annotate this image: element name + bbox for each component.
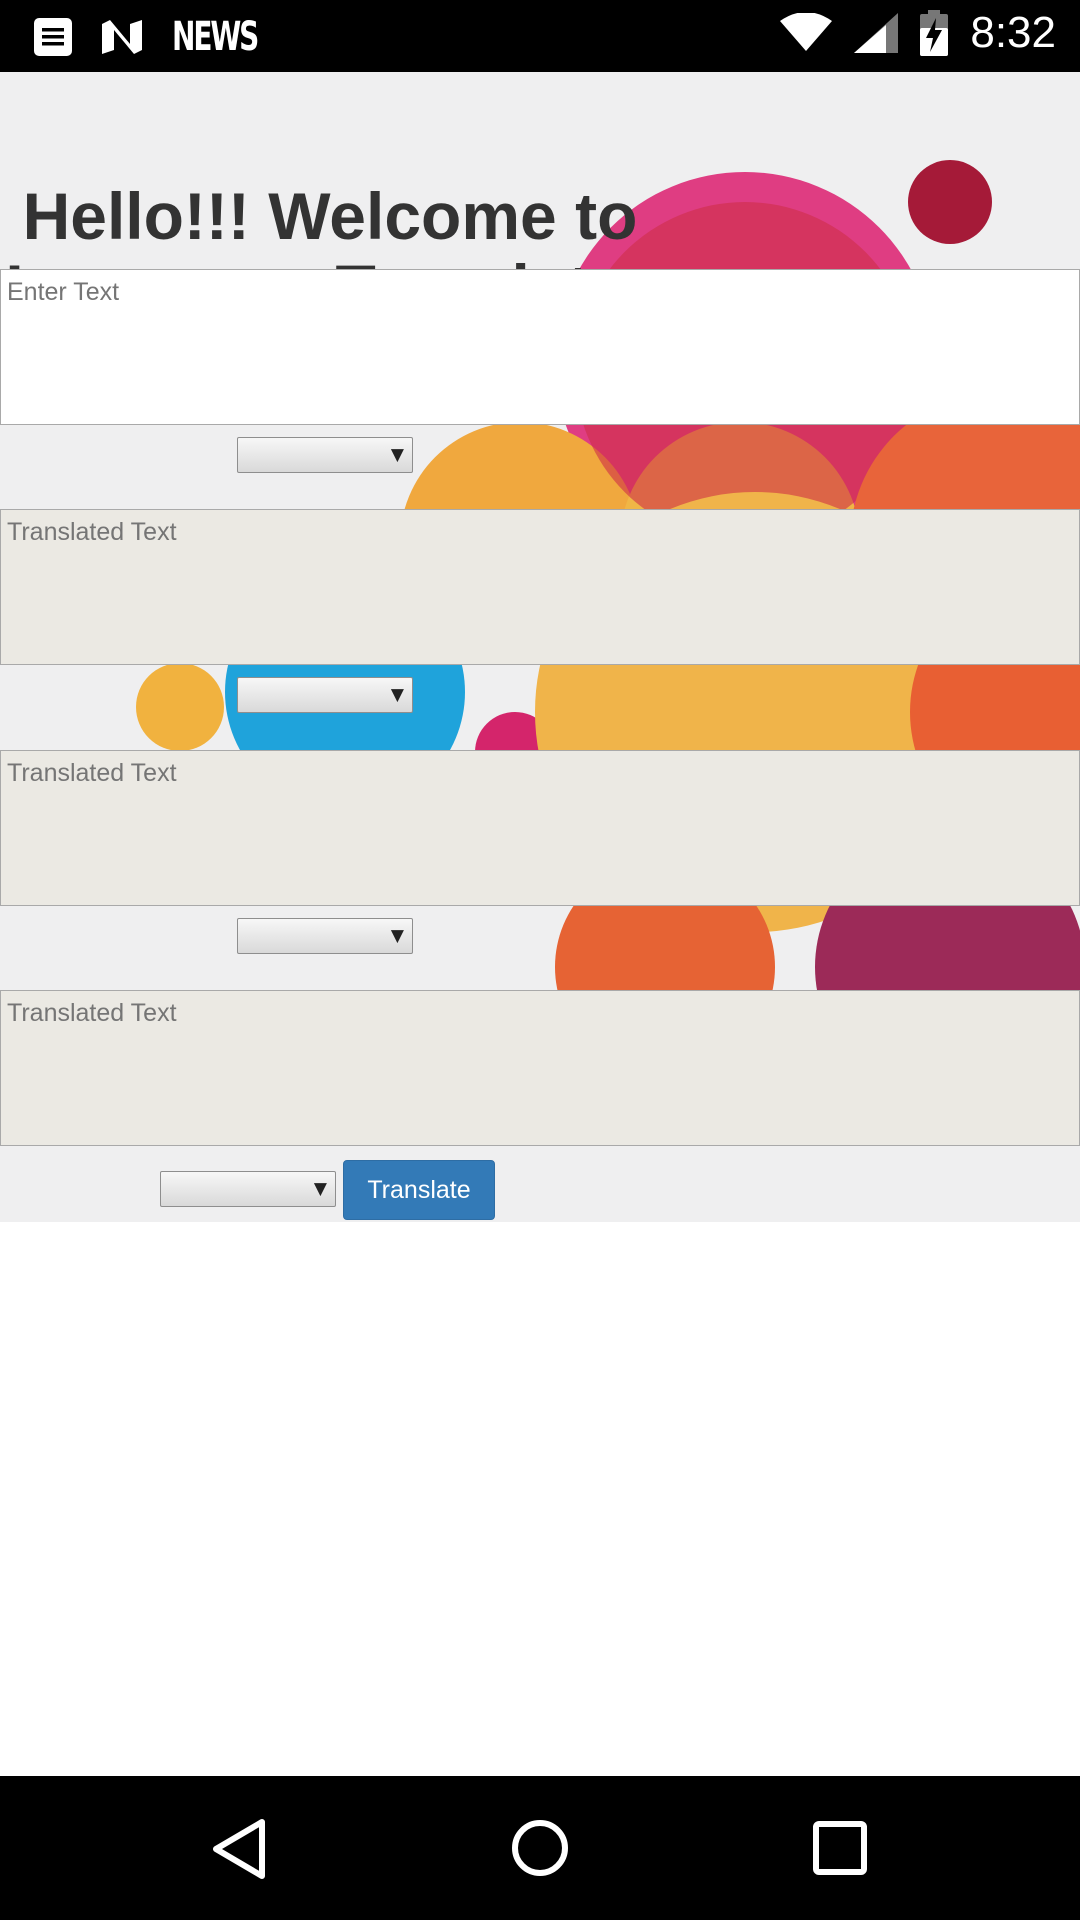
language-select-2[interactable]: ▼ (237, 677, 413, 713)
translator-page: Hello!!! Welcome to Language Translator … (0, 72, 1080, 1222)
language-select-4[interactable]: ▼ (160, 1171, 336, 1207)
output-placeholder: Translated Text (7, 518, 177, 546)
chevron-down-icon: ▼ (390, 445, 404, 465)
status-bar: NEWS 8:32 (0, 0, 1080, 72)
wifi-icon (780, 13, 833, 51)
translate-button[interactable]: Translate (343, 1160, 495, 1220)
battery-icon (920, 10, 949, 56)
language-select-3[interactable]: ▼ (237, 918, 413, 954)
input-placeholder: Enter Text (7, 278, 120, 306)
menu-notification-icon (34, 18, 72, 56)
translated-text-2[interactable]: Translated Text (0, 750, 1080, 906)
clock: 8:32 (970, 8, 1056, 57)
chevron-down-icon: ▼ (313, 1179, 327, 1199)
language-select-1[interactable]: ▼ (237, 437, 413, 473)
news-label: NEWS (172, 14, 259, 60)
chevron-down-icon: ▼ (390, 685, 404, 705)
input-textarea[interactable]: Enter Text (0, 269, 1080, 425)
chevron-down-icon: ▼ (390, 926, 404, 946)
recents-icon[interactable] (812, 1820, 868, 1876)
back-icon[interactable] (210, 1818, 270, 1880)
title-line-1: Hello!!! Welcome to (22, 179, 638, 253)
translated-text-3[interactable]: Translated Text (0, 990, 1080, 1146)
translated-text-1[interactable]: Translated Text (0, 509, 1080, 665)
output-placeholder: Translated Text (7, 759, 177, 787)
signal-icon (854, 13, 899, 53)
n-logo-icon (102, 20, 142, 54)
navigation-bar (0, 1776, 1080, 1920)
output-placeholder: Translated Text (7, 999, 177, 1027)
home-icon[interactable] (510, 1818, 570, 1878)
